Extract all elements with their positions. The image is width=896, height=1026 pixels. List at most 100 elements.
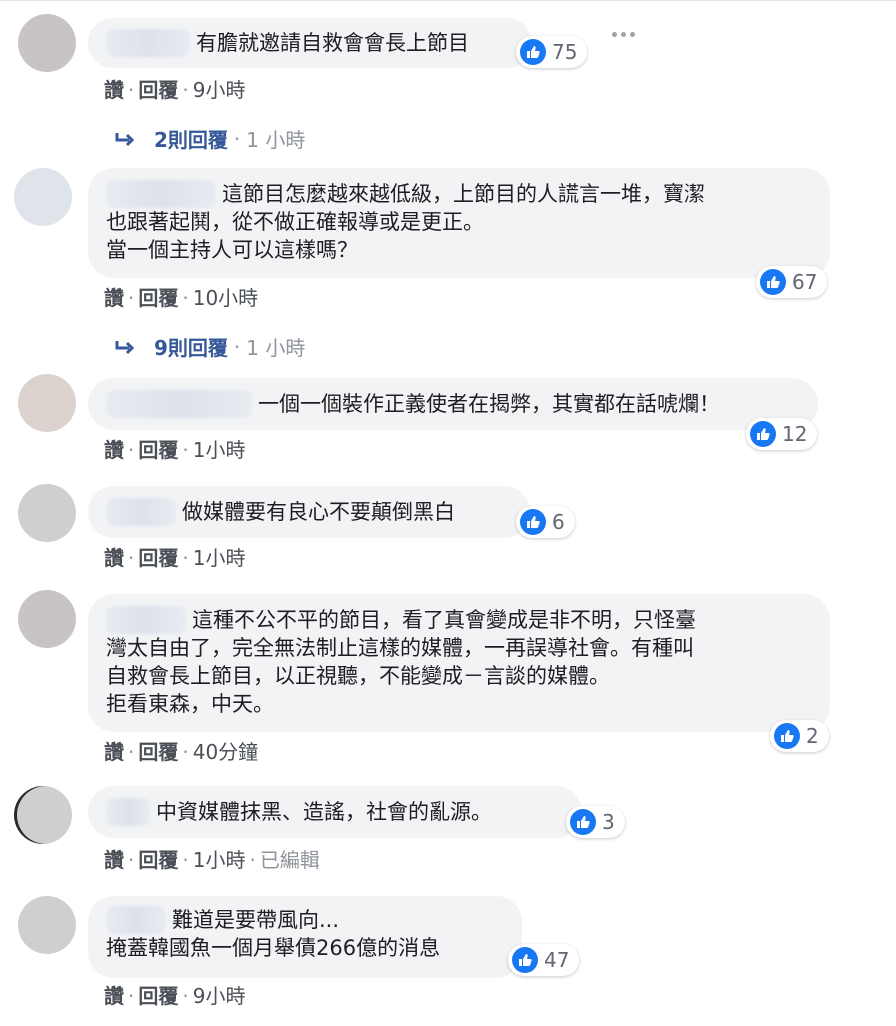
comment-bubble: 這節目怎麼越來越低級，上節目的人謊言一堆，寶潔 也跟著起鬨，從不做正確報導或是更… xyxy=(88,168,830,278)
comment-actions: 讚 · 回覆 · 9小時 xyxy=(104,74,245,103)
like-button[interactable]: 讚 xyxy=(104,286,124,310)
comment-bubble: 一個一個裝作正義使者在揭弊，其實都在話唬爛！ xyxy=(88,378,818,430)
edited-label[interactable]: 已編輯 xyxy=(260,848,320,872)
reaction-count[interactable]: 75 xyxy=(516,36,588,68)
separator: · xyxy=(128,438,135,462)
commenter-name-redacted[interactable] xyxy=(106,906,166,934)
like-count: 12 xyxy=(782,422,808,446)
top-divider xyxy=(0,0,896,1)
thumbs-up-icon xyxy=(520,39,546,65)
like-button[interactable]: 讚 xyxy=(104,848,124,872)
comment-text: 這種不公不平的節目，看了真會變成是非不明，只怪臺 灣太自由了，完全無法制止這樣的… xyxy=(106,608,696,716)
like-button[interactable]: 讚 xyxy=(104,984,124,1008)
thumbs-up-icon xyxy=(774,723,800,749)
reaction-count[interactable]: 67 xyxy=(756,266,828,298)
replies-count[interactable]: 9則回覆 xyxy=(154,332,228,361)
separator: · xyxy=(233,126,241,151)
reply-button[interactable]: 回覆 xyxy=(138,848,178,872)
reply-button[interactable]: 回覆 xyxy=(138,546,178,570)
like-count: 2 xyxy=(806,724,819,748)
comment-actions: 讚 · 回覆 · 9小時 xyxy=(104,980,245,1009)
avatar[interactable] xyxy=(18,374,76,432)
avatar[interactable] xyxy=(18,484,76,542)
thumbs-up-icon xyxy=(750,421,776,447)
reply-arrow-icon xyxy=(115,132,135,146)
like-button[interactable]: 讚 xyxy=(104,78,124,102)
like-count: 75 xyxy=(552,40,578,64)
separator: · xyxy=(182,984,189,1008)
comment-text: 做媒體要有良心不要顛倒黑白 xyxy=(182,500,455,524)
thumbs-up-icon xyxy=(520,509,546,535)
view-replies-link[interactable]: 2則回覆 · 1 小時 xyxy=(114,124,305,153)
replies-count[interactable]: 2則回覆 xyxy=(154,124,228,153)
timestamp[interactable]: 1小時 xyxy=(193,546,246,570)
comment-bubble: 中資媒體抹黑、造謠，社會的亂源。 xyxy=(88,786,582,838)
avatar[interactable] xyxy=(18,14,76,72)
avatar[interactable] xyxy=(18,896,76,954)
reply-arrow-icon xyxy=(115,340,135,354)
comment-bubble: 難道是要帶風向... 掩蓋韓國魚一個月舉債266億的消息 xyxy=(88,896,522,978)
thumbs-up-icon xyxy=(512,947,538,973)
avatar[interactable] xyxy=(18,590,76,648)
comment-text: 一個一個裝作正義使者在揭弊，其實都在話唬爛！ xyxy=(258,392,720,416)
separator: · xyxy=(249,848,256,872)
comment-text: 有膽就邀請自救會會長上節目 xyxy=(196,31,469,55)
reaction-count[interactable]: 47 xyxy=(508,944,580,976)
like-button[interactable]: 讚 xyxy=(104,546,124,570)
comment-actions: 讚 · 回覆 · 1小時 · 已編輯 xyxy=(104,844,320,873)
comment-actions: 讚 · 回覆 · 1小時 xyxy=(104,434,245,463)
separator: · xyxy=(128,848,135,872)
like-count: 6 xyxy=(552,510,565,534)
timestamp[interactable]: 9小時 xyxy=(193,78,246,102)
separator: · xyxy=(128,546,135,570)
reaction-count[interactable]: 12 xyxy=(746,418,818,450)
reply-button[interactable]: 回覆 xyxy=(138,78,178,102)
reaction-count[interactable]: 2 xyxy=(770,720,829,752)
like-count: 3 xyxy=(602,810,615,834)
comment-actions: 讚 · 回覆 · 40分鐘 xyxy=(104,736,258,765)
timestamp[interactable]: 1小時 xyxy=(193,438,246,462)
like-button[interactable]: 讚 xyxy=(104,438,124,462)
more-options-icon[interactable] xyxy=(612,32,635,37)
separator: · xyxy=(128,286,135,310)
reply-button[interactable]: 回覆 xyxy=(138,286,178,310)
comment-actions: 讚 · 回覆 · 10小時 xyxy=(104,282,258,311)
separator: · xyxy=(182,78,189,102)
comment-bubble: 做媒體要有良心不要顛倒黑白 xyxy=(88,486,530,538)
reaction-count[interactable]: 6 xyxy=(516,506,575,538)
commenter-name-redacted[interactable] xyxy=(106,498,176,526)
separator: · xyxy=(182,438,189,462)
like-count: 67 xyxy=(792,270,818,294)
separator: · xyxy=(128,984,135,1008)
commenter-name-redacted[interactable] xyxy=(106,606,186,634)
reaction-count[interactable]: 3 xyxy=(566,806,625,838)
commenter-name-redacted[interactable] xyxy=(106,29,190,57)
separator: · xyxy=(182,740,189,764)
reply-button[interactable]: 回覆 xyxy=(138,984,178,1008)
separator: · xyxy=(233,334,241,359)
like-button[interactable]: 讚 xyxy=(104,740,124,764)
like-count: 47 xyxy=(544,948,570,972)
timestamp[interactable]: 9小時 xyxy=(193,984,246,1008)
commenter-name-redacted[interactable] xyxy=(106,798,150,826)
commenter-name-redacted[interactable] xyxy=(106,180,216,208)
comment-text: 中資媒體抹黑、造謠，社會的亂源。 xyxy=(156,800,492,824)
commenter-name-redacted[interactable] xyxy=(106,390,252,418)
comment-bubble: 有膽就邀請自救會會長上節目 xyxy=(88,18,532,68)
comment-actions: 讚 · 回覆 · 1小時 xyxy=(104,542,245,571)
separator: · xyxy=(128,78,135,102)
timestamp[interactable]: 40分鐘 xyxy=(193,740,258,764)
avatar[interactable] xyxy=(14,786,72,844)
separator: · xyxy=(182,848,189,872)
avatar[interactable] xyxy=(14,168,72,226)
separator: · xyxy=(128,740,135,764)
replies-time: 1 小時 xyxy=(246,336,306,360)
reply-button[interactable]: 回覆 xyxy=(138,438,178,462)
timestamp[interactable]: 1小時 xyxy=(193,848,246,872)
separator: · xyxy=(182,546,189,570)
comment-bubble: 這種不公不平的節目，看了真會變成是非不明，只怪臺 灣太自由了，完全無法制止這樣的… xyxy=(88,594,830,732)
timestamp[interactable]: 10小時 xyxy=(193,286,258,310)
reply-button[interactable]: 回覆 xyxy=(138,740,178,764)
thumbs-up-icon xyxy=(760,269,786,295)
view-replies-link[interactable]: 9則回覆 · 1 小時 xyxy=(114,332,305,361)
